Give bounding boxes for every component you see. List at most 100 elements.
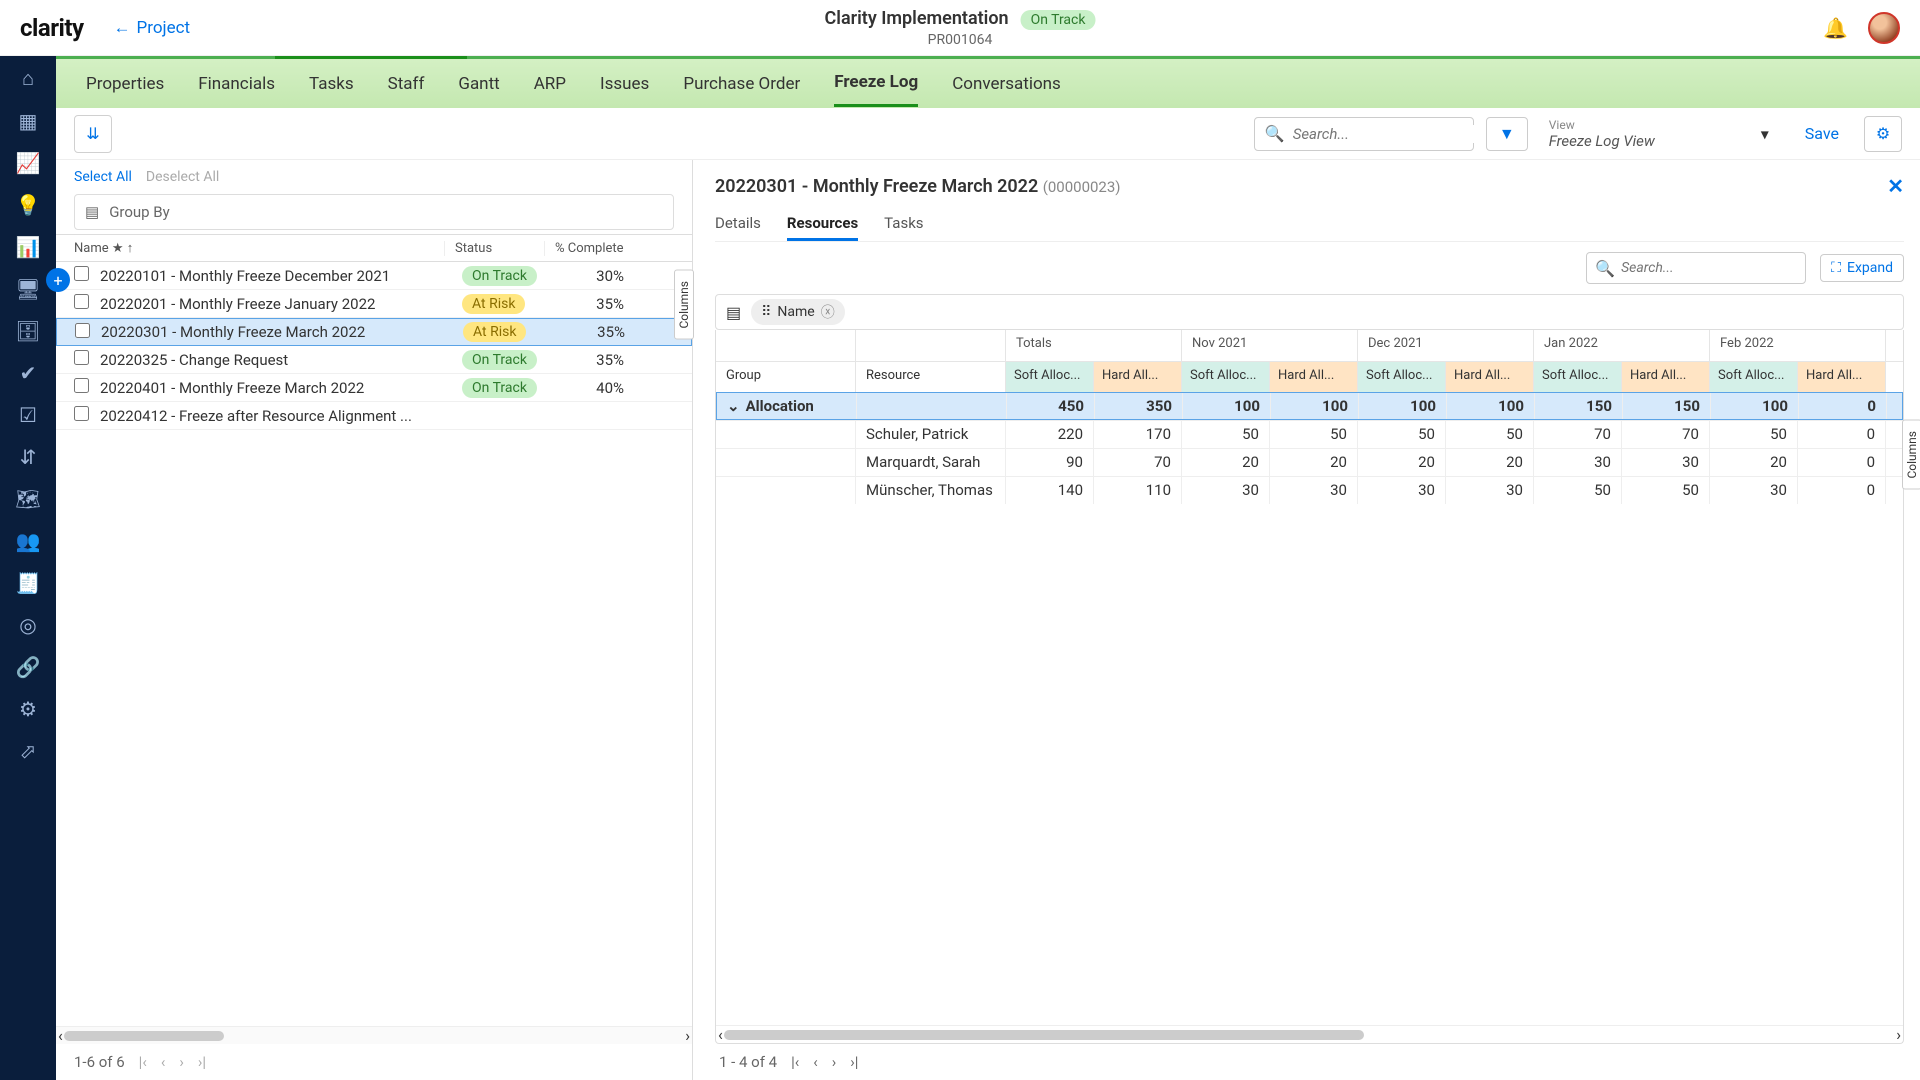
tab-freeze-log[interactable]: Freeze Log xyxy=(834,60,918,107)
name-chip[interactable]: ⠿ Name ⓧ xyxy=(751,299,845,325)
row-checkbox[interactable] xyxy=(74,266,89,281)
grid-row[interactable]: Münscher, Thomas140110303030305050300 xyxy=(716,476,1903,504)
col-status[interactable]: Status xyxy=(444,241,544,256)
row-checkbox[interactable] xyxy=(74,294,89,309)
list-row[interactable]: 20220201 - Monthly Freeze January 2022At… xyxy=(56,290,692,318)
grid-icon[interactable]: ▦ xyxy=(19,109,38,133)
people-icon[interactable]: 👥 xyxy=(16,529,41,553)
layout-icon[interactable]: ▤ xyxy=(726,303,741,322)
select-all-link[interactable]: Select All xyxy=(74,169,132,185)
sort-asc-icon: ↑ xyxy=(127,241,134,256)
search-box[interactable]: 🔍 xyxy=(1254,117,1474,151)
sort-button[interactable]: ⇊ xyxy=(74,115,112,153)
search-input[interactable] xyxy=(1293,125,1492,143)
pager-prev[interactable]: ‹ xyxy=(813,1053,818,1071)
target-icon[interactable]: ◎ xyxy=(19,613,36,637)
cell-value: 70 xyxy=(1534,421,1622,448)
group-by-box[interactable]: ▤ Group By xyxy=(74,194,674,230)
filter-button[interactable]: ▼ xyxy=(1486,117,1528,151)
idea-icon[interactable]: 💡 xyxy=(16,193,41,217)
add-button[interactable]: + xyxy=(46,268,70,292)
save-button[interactable]: Save xyxy=(1792,117,1852,150)
checklist-icon[interactable]: ☑ xyxy=(19,403,37,427)
detail-tab-resources[interactable]: Resources xyxy=(787,208,858,241)
grid-header-months: Totals Nov 2021 Dec 2021 Jan 2022 Feb 20… xyxy=(716,330,1903,362)
cell-value: 20 xyxy=(1182,449,1270,476)
left-nav: ⌂ ▦ 📈 💡 📊 🖥 🗄 ✔ ☑ ⇵ 🗺 👥 🧾 ◎ 🔗 ⚙ ⬀ xyxy=(0,56,56,1080)
chart-icon[interactable]: 📈 xyxy=(16,151,41,175)
list-row[interactable]: 20220401 - Monthly Freeze March 2022On T… xyxy=(56,374,692,402)
detail-tab-details[interactable]: Details xyxy=(715,208,761,241)
tab-arp[interactable]: ARP xyxy=(534,62,566,106)
close-button[interactable]: ✕ xyxy=(1887,174,1904,198)
home-icon[interactable]: ⌂ xyxy=(22,66,34,91)
bars-icon[interactable]: 📊 xyxy=(16,235,41,259)
check-icon[interactable]: ✔ xyxy=(20,361,37,385)
tab-purchase-order[interactable]: Purchase Order xyxy=(683,62,800,106)
bell-icon[interactable]: 🔔 xyxy=(1823,16,1848,40)
pager-first[interactable]: |‹ xyxy=(139,1053,147,1071)
tab-conversations[interactable]: Conversations xyxy=(952,62,1061,106)
back-link[interactable]: ← Project xyxy=(114,18,191,38)
list-row[interactable]: 20220101 - Monthly Freeze December 2021O… xyxy=(56,262,692,290)
row-name: 20220325 - Change Request xyxy=(100,351,444,369)
row-checkbox[interactable] xyxy=(74,350,89,365)
db-icon[interactable]: 🗄 xyxy=(15,319,40,343)
row-checkbox[interactable] xyxy=(74,378,89,393)
chip-row: ▤ ⠿ Name ⓧ xyxy=(715,294,1904,330)
row-status: At Risk xyxy=(445,322,545,342)
pager-last[interactable]: ›| xyxy=(850,1053,858,1071)
pager-last[interactable]: ›| xyxy=(198,1053,206,1071)
pager-next[interactable]: › xyxy=(832,1053,837,1071)
col-month: Feb 2022 xyxy=(1710,330,1886,361)
left-hscroll[interactable]: ‹› xyxy=(56,1026,692,1044)
list-row[interactable]: 20220412 - Freeze after Resource Alignme… xyxy=(56,402,692,430)
expand-button[interactable]: ⛶ Expand xyxy=(1820,254,1904,282)
row-checkbox[interactable] xyxy=(74,406,89,421)
page-title: Clarity Implementation xyxy=(825,8,1009,29)
cell-value: 70 xyxy=(1622,421,1710,448)
tab-issues[interactable]: Issues xyxy=(600,62,649,106)
col-soft: Soft Alloc... xyxy=(1710,362,1798,392)
grid-hscroll[interactable]: ‹› xyxy=(716,1025,1903,1043)
list-row[interactable]: 20220325 - Change RequestOn Track35% xyxy=(56,346,692,374)
detail-search-input[interactable] xyxy=(1621,260,1799,276)
cell-value: 100 xyxy=(1447,393,1535,419)
detail-tab-tasks[interactable]: Tasks xyxy=(884,208,923,241)
chip-remove-icon[interactable]: ⓧ xyxy=(821,302,835,322)
columns-tab[interactable]: Columns xyxy=(674,270,694,340)
cell-resource: Marquardt, Sarah xyxy=(856,449,1006,476)
pager-prev[interactable]: ‹ xyxy=(161,1053,166,1071)
expand-label: Expand xyxy=(1847,260,1893,276)
view-selector[interactable]: View Freeze Log View ▾ xyxy=(1540,117,1780,151)
col-name[interactable]: Name xyxy=(74,241,109,256)
grid-row[interactable]: Schuler, Patrick220170505050507070500 xyxy=(716,420,1903,448)
status-badge: At Risk xyxy=(462,294,525,314)
tab-financials[interactable]: Financials xyxy=(198,62,275,106)
grid-row[interactable]: ⌄ Allocation4503501001001001001501501000 xyxy=(716,392,1903,420)
tab-properties[interactable]: Properties xyxy=(86,62,164,106)
settings-button[interactable]: ⚙ xyxy=(1864,116,1902,152)
detail-search[interactable]: 🔍 xyxy=(1586,252,1806,284)
tab-gantt[interactable]: Gantt xyxy=(458,62,499,106)
cog-icon[interactable]: ⚙ xyxy=(19,697,37,721)
tab-staff[interactable]: Staff xyxy=(388,62,425,106)
grid-row[interactable]: Marquardt, Sarah9070202020203030200 xyxy=(716,448,1903,476)
avatar[interactable] xyxy=(1868,12,1900,44)
hierarchy-icon[interactable]: ⇵ xyxy=(20,445,37,469)
map-icon[interactable]: 🗺 xyxy=(15,487,40,511)
doc-icon[interactable]: 🧾 xyxy=(16,571,41,595)
grid-columns-tab[interactable]: Columns xyxy=(1902,420,1920,490)
status-badge: On Track xyxy=(462,350,537,370)
tab-tasks[interactable]: Tasks xyxy=(309,62,354,106)
pager-first[interactable]: |‹ xyxy=(791,1053,799,1071)
col-pct[interactable]: % Complete xyxy=(544,241,654,256)
pager-next[interactable]: › xyxy=(179,1053,184,1071)
monitor-icon[interactable]: 🖥 xyxy=(15,277,40,301)
link-icon[interactable]: 🔗 xyxy=(16,655,41,679)
chevron-down-icon[interactable]: ⌄ xyxy=(727,397,740,415)
row-pct: 35% xyxy=(544,295,634,313)
row-checkbox[interactable] xyxy=(75,323,90,338)
export-icon[interactable]: ⬀ xyxy=(20,739,37,763)
list-row[interactable]: 20220301 - Monthly Freeze March 2022At R… xyxy=(56,318,692,346)
